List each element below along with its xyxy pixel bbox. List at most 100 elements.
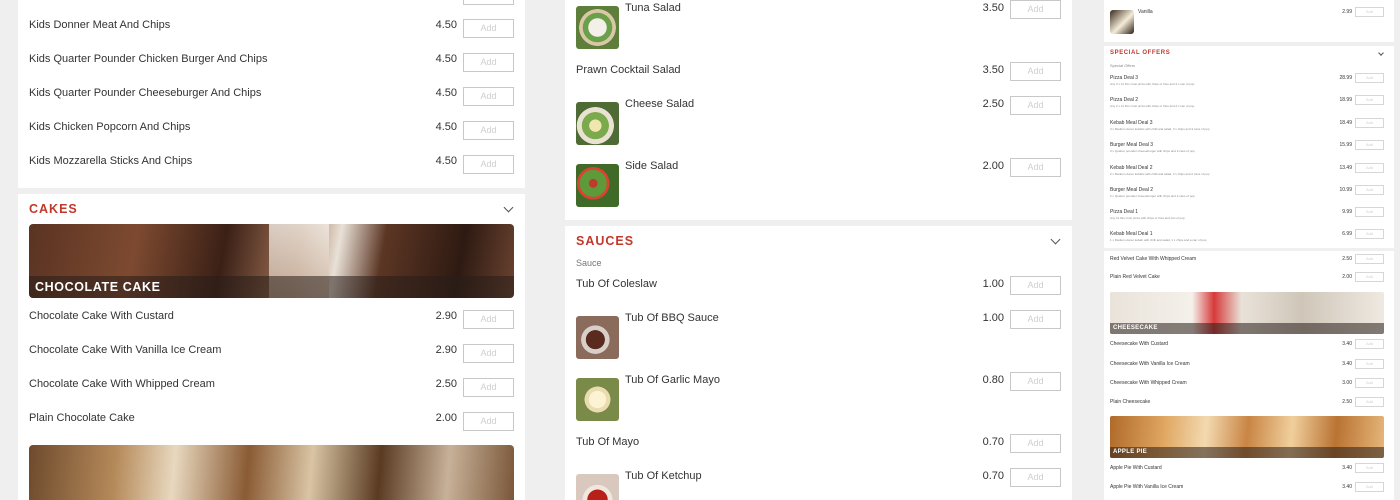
- offer-price: 18.99: [1339, 97, 1352, 103]
- add-button[interactable]: Add: [1355, 140, 1384, 150]
- banner-label: APPLE PIE: [1110, 447, 1384, 458]
- section-title: CAKES: [29, 202, 78, 216]
- left-menu-column: Add Kids Donner Meat And Chips 4.50 Add …: [18, 0, 525, 500]
- bbq-sauce-image: [576, 316, 619, 359]
- add-button[interactable]: Add: [463, 310, 514, 329]
- add-button[interactable]: Add: [1355, 359, 1384, 369]
- next-cake-banner: [29, 445, 514, 500]
- offer-name: Pizza Deal 1: [1110, 209, 1139, 215]
- add-button[interactable]: Add: [1355, 73, 1384, 83]
- add-button[interactable]: Add: [1355, 397, 1384, 407]
- add-button[interactable]: Add: [1355, 229, 1384, 239]
- add-button[interactable]: Add: [463, 412, 514, 431]
- offer-price: 18.49: [1339, 120, 1352, 126]
- item-name: Tub Of Ketchup: [625, 470, 702, 482]
- add-button[interactable]: Add: [1010, 434, 1061, 453]
- add-button[interactable]: Add: [1010, 310, 1061, 329]
- item-price: 0.70: [982, 436, 1004, 448]
- salads-panel: Tuna Salad 3.50 Add Prawn Cocktail Salad…: [565, 0, 1072, 220]
- chevron-down-icon[interactable]: [1050, 234, 1061, 245]
- ketchup-image: [576, 474, 619, 500]
- chevron-down-icon[interactable]: [503, 202, 514, 213]
- item-price: 2.00: [435, 412, 457, 424]
- item-name: Cheesecake With Vanilla Ice Cream: [1110, 361, 1190, 367]
- add-button[interactable]: Add: [1355, 163, 1384, 173]
- item-price: 4.50: [435, 53, 457, 65]
- item-price: 4.50: [435, 121, 457, 133]
- add-button[interactable]: Add: [1355, 118, 1384, 128]
- item-name: Tuna Salad: [625, 2, 681, 14]
- desserts-panel: Red Velvet Cake With Whipped Cream 2.50 …: [1104, 251, 1394, 500]
- item-name: Apple Pie With Vanilla Ice Cream: [1110, 484, 1184, 490]
- middle-menu-column: Tuna Salad 3.50 Add Prawn Cocktail Salad…: [565, 0, 1072, 500]
- item-name: Chocolate Cake With Custard: [29, 310, 174, 322]
- vanilla-image: [1110, 10, 1134, 34]
- add-button[interactable]: Add: [463, 19, 514, 38]
- add-button[interactable]: Add: [1355, 95, 1384, 105]
- offer-description: Any 3 x 11 thin crust pizza with chips o…: [1110, 82, 1195, 86]
- item-price: 0.80: [982, 374, 1004, 386]
- offer-price: 10.99: [1339, 187, 1352, 193]
- banner-label: CHEESECAKE: [1110, 323, 1384, 334]
- offer-name: Kebab Meal Deal 2: [1110, 165, 1153, 171]
- add-button[interactable]: Add: [1355, 185, 1384, 195]
- add-button[interactable]: Add: [1355, 207, 1384, 217]
- add-button[interactable]: Add: [463, 53, 514, 72]
- add-button[interactable]: Add: [463, 155, 514, 174]
- item-name: Tub Of Coleslaw: [576, 278, 657, 290]
- cheesecake-banner: CHEESECAKE: [1110, 292, 1384, 334]
- item-name: Side Salad: [625, 160, 679, 172]
- item-price: 2.00: [1342, 274, 1352, 280]
- sauces-section-header[interactable]: SAUCES: [565, 226, 1072, 254]
- item-price: 0.70: [982, 470, 1004, 482]
- offer-price: 13.49: [1339, 165, 1352, 171]
- right-menu-column: Vanilla 2.99 Add SPECIAL OFFERS Special …: [1104, 0, 1394, 500]
- offer-name: Kebab Meal Deal 1: [1110, 231, 1153, 237]
- add-button[interactable]: Add: [1355, 482, 1384, 492]
- cakes-section-header[interactable]: CAKES: [18, 194, 525, 222]
- add-button[interactable]: Add: [1010, 96, 1061, 115]
- special-offers-header[interactable]: SPECIAL OFFERS: [1104, 46, 1394, 60]
- item-name: Plain Cheesecake: [1110, 399, 1151, 405]
- add-button[interactable]: Add: [1355, 378, 1384, 388]
- add-button[interactable]: Add: [1010, 62, 1061, 81]
- offer-name: Kebab Meal Deal 3: [1110, 120, 1153, 126]
- add-button[interactable]: Add: [463, 378, 514, 397]
- add-button[interactable]: Add: [1010, 158, 1061, 177]
- add-button[interactable]: Add: [1355, 272, 1384, 282]
- add-button[interactable]: Add: [463, 344, 514, 363]
- section-title: SAUCES: [576, 234, 635, 248]
- offer-price: 6.99: [1342, 231, 1352, 237]
- offer-description: Any 11 thin crust pizza with chips or fr…: [1110, 216, 1185, 220]
- add-button[interactable]: Add: [1355, 339, 1384, 349]
- add-button[interactable]: Add: [1010, 276, 1061, 295]
- add-button[interactable]: Add: [463, 0, 514, 5]
- cakes-panel: CAKES CHOCOLATE CAKE Chocolate Cake With…: [18, 194, 525, 500]
- item-name: Cheesecake With Whipped Cream: [1110, 380, 1187, 386]
- apple-pie-banner: APPLE PIE: [1110, 416, 1384, 458]
- special-offers-panel: SPECIAL OFFERS Special Offers Pizza Deal…: [1104, 46, 1394, 248]
- item-name: Apple Pie With Custard: [1110, 465, 1162, 471]
- add-button[interactable]: Add: [1010, 468, 1061, 487]
- item-name: Prawn Cocktail Salad: [576, 64, 681, 76]
- add-button[interactable]: Add: [1010, 372, 1061, 391]
- item-price: 2.50: [1342, 256, 1352, 262]
- offer-description: 2 x Quarter pounder cheeseburger with ch…: [1110, 194, 1195, 198]
- add-button[interactable]: Add: [463, 121, 514, 140]
- add-button[interactable]: Add: [1010, 0, 1061, 19]
- section-title: SPECIAL OFFERS: [1110, 50, 1171, 56]
- add-button[interactable]: Add: [1355, 7, 1384, 17]
- offer-price: 9.99: [1342, 209, 1352, 215]
- item-price: 3.40: [1342, 465, 1352, 471]
- item-price: 2.99: [1342, 9, 1352, 15]
- item-name: Plain Red Velvet Cake: [1110, 274, 1160, 280]
- add-button[interactable]: Add: [1355, 254, 1384, 264]
- offer-description: Any 2 x 11 thin crust pizza with chips o…: [1110, 104, 1195, 108]
- item-name: Chocolate Cake With Vanilla Ice Cream: [29, 344, 222, 356]
- item-name: Cheesecake With Custard: [1110, 341, 1169, 347]
- add-button[interactable]: Add: [463, 87, 514, 106]
- item-price: 3.00: [1342, 380, 1352, 386]
- add-button[interactable]: Add: [1355, 463, 1384, 473]
- offer-description: 3 x Quarter pounder cheeseburger with ch…: [1110, 149, 1195, 153]
- chevron-down-icon[interactable]: [1378, 50, 1384, 56]
